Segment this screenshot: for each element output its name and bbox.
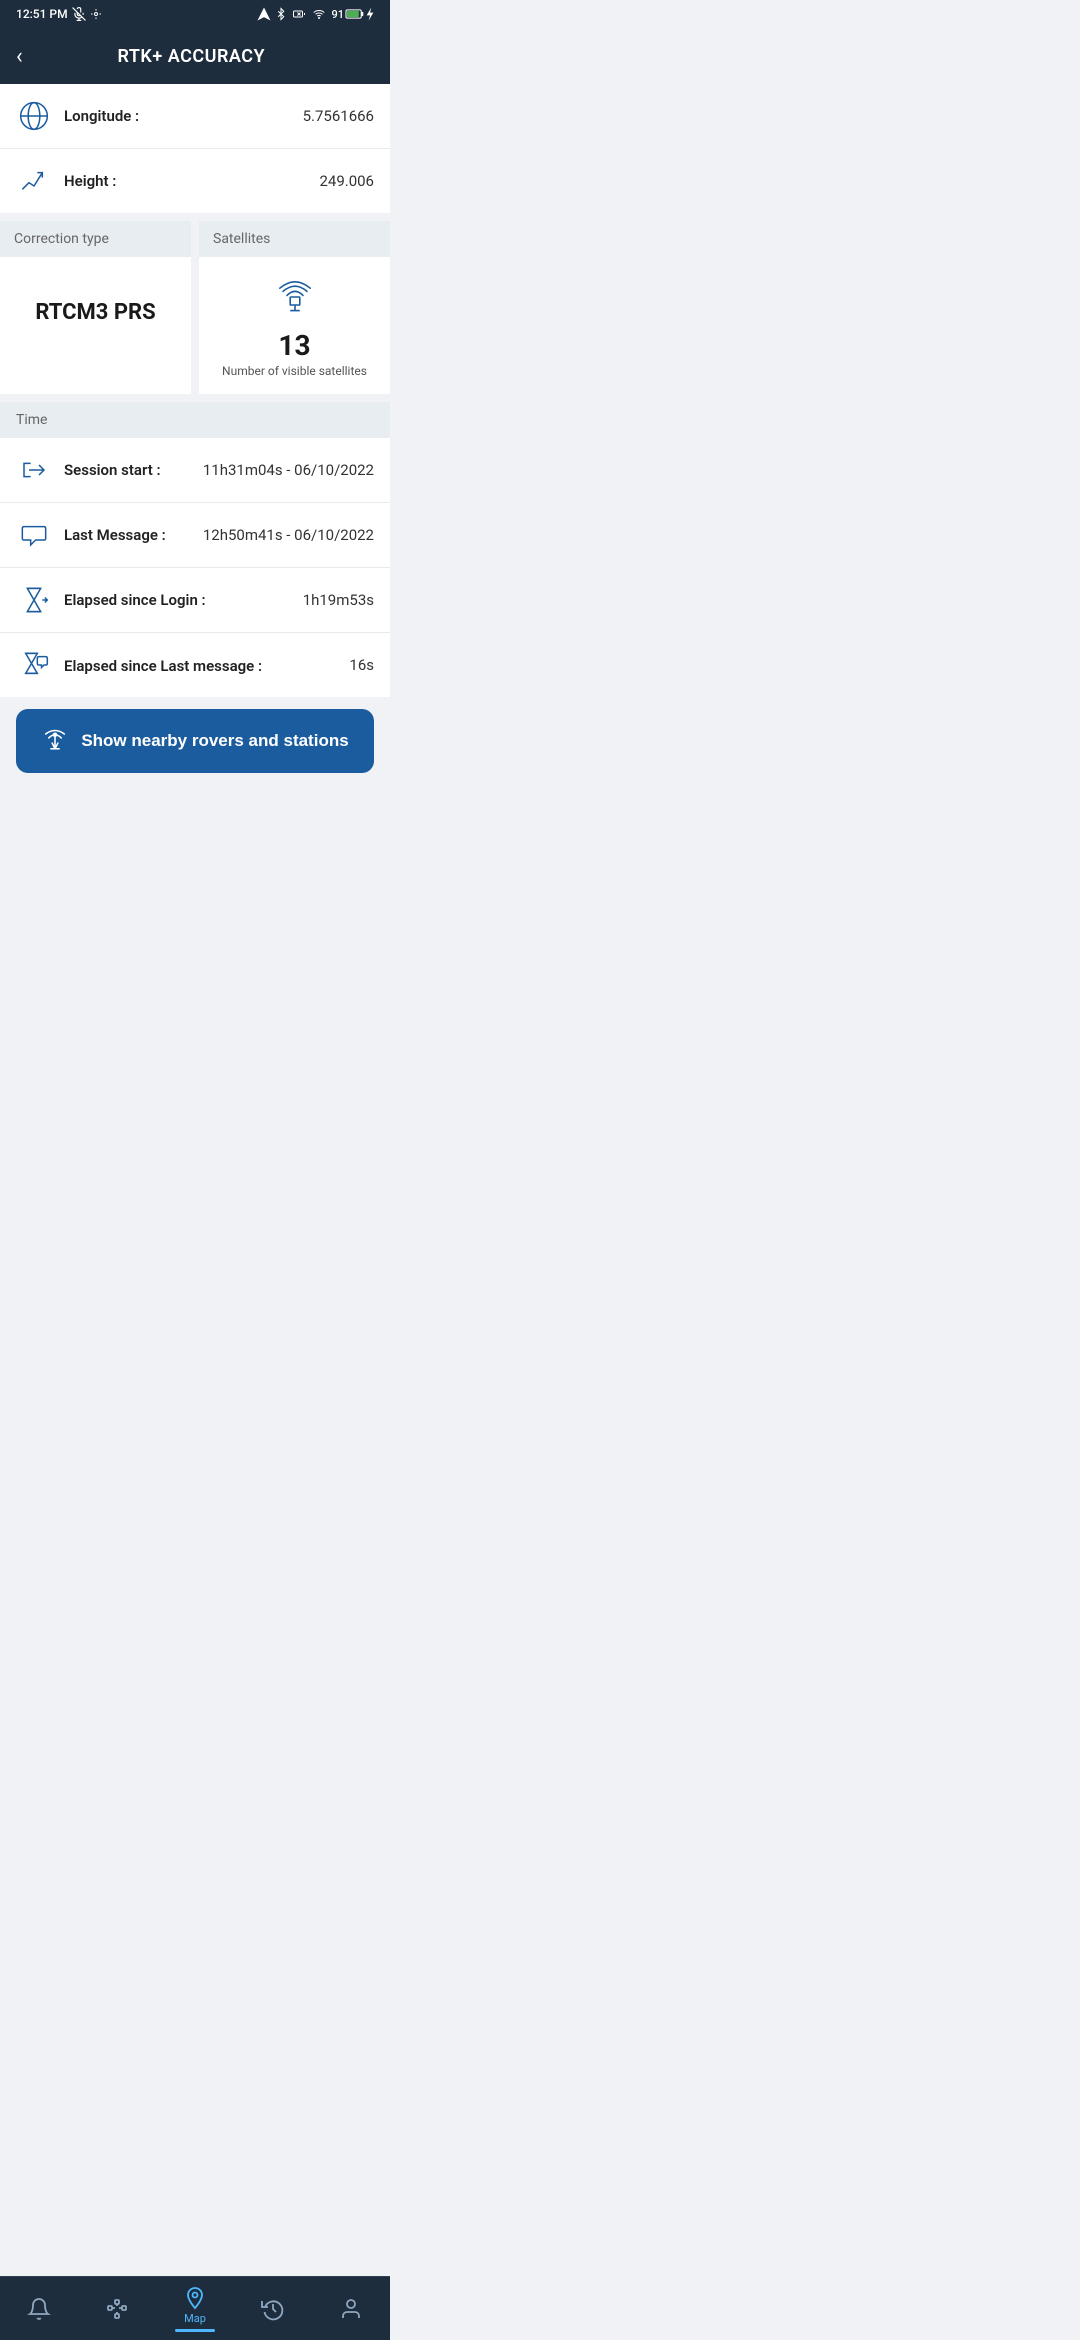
height-icon bbox=[16, 163, 52, 199]
correction-type-value: RTCM3 PRS bbox=[35, 300, 155, 325]
session-start-icon bbox=[16, 452, 52, 488]
wifi-icon bbox=[311, 8, 327, 20]
battery-x-icon bbox=[291, 8, 307, 20]
bluetooth-icon bbox=[275, 7, 287, 21]
elapsed-login-label: Elapsed since Login : bbox=[64, 591, 303, 609]
correction-satellites-row: Correction type RTCM3 PRS Satellites bbox=[0, 221, 390, 394]
height-value: 249.006 bbox=[319, 172, 374, 190]
time-section-card: Time Session start : 11h31m04s - 06/10/2… bbox=[0, 402, 390, 697]
longitude-label: Longitude : bbox=[64, 107, 303, 125]
satellites-body: 13 Number of visible satellites bbox=[199, 257, 390, 394]
nav-map-label: Map bbox=[184, 2312, 206, 2325]
session-start-row: Session start : 11h31m04s - 06/10/2022 bbox=[0, 438, 390, 503]
longitude-icon bbox=[16, 98, 52, 134]
time-section-header: Time bbox=[0, 402, 390, 438]
elapsed-login-row: Elapsed since Login : 1h19m53s bbox=[0, 568, 390, 633]
satellites-header: Satellites bbox=[199, 221, 390, 257]
satellites-card: Satellites bbox=[199, 221, 390, 394]
last-message-icon bbox=[16, 517, 52, 553]
location-status-icon bbox=[90, 8, 102, 20]
last-message-value: 12h50m41s - 06/10/2022 bbox=[203, 526, 374, 544]
history-icon bbox=[261, 2297, 285, 2321]
nav-map-indicator bbox=[175, 2329, 215, 2332]
last-message-row: Last Message : 12h50m41s - 06/10/2022 bbox=[0, 503, 390, 568]
profile-icon bbox=[339, 2297, 363, 2321]
height-row: Height : 249.006 bbox=[0, 149, 390, 213]
battery-icon bbox=[346, 8, 364, 20]
page-header: ‹ RTK+ ACCURACY bbox=[0, 28, 390, 84]
correction-type-body: RTCM3 PRS bbox=[0, 257, 191, 357]
correction-type-header: Correction type bbox=[0, 221, 191, 257]
back-button[interactable]: ‹ bbox=[16, 44, 23, 69]
show-nearby-button[interactable]: Show nearby rovers and stations bbox=[16, 709, 374, 773]
satellite-icon bbox=[271, 273, 319, 321]
satellite-label: Number of visible satellites bbox=[222, 364, 367, 378]
nearby-button-label: Show nearby rovers and stations bbox=[81, 731, 348, 751]
page-title: RTK+ ACCURACY bbox=[39, 46, 344, 67]
nav-history[interactable] bbox=[234, 2291, 312, 2327]
nav-profile[interactable] bbox=[312, 2291, 390, 2327]
status-time: 12:51 PM bbox=[16, 7, 102, 21]
mute-icon bbox=[72, 7, 86, 21]
connections-icon bbox=[105, 2297, 129, 2321]
elapsed-last-message-row: Elapsed since Last message : 16s bbox=[0, 633, 390, 697]
elapsed-last-message-value: 16s bbox=[349, 656, 374, 674]
session-start-value: 11h31m04s - 06/10/2022 bbox=[203, 461, 374, 479]
location-card: Longitude : 5.7561666 Height : 249.006 bbox=[0, 84, 390, 213]
correction-type-card: Correction type RTCM3 PRS bbox=[0, 221, 191, 394]
gps-icon bbox=[257, 7, 271, 21]
longitude-value: 5.7561666 bbox=[303, 107, 374, 125]
session-start-label: Session start : bbox=[64, 461, 203, 479]
elapsed-login-icon bbox=[16, 582, 52, 618]
longitude-row: Longitude : 5.7561666 bbox=[0, 84, 390, 149]
main-content: Longitude : 5.7561666 Height : 249.006 C… bbox=[0, 84, 390, 865]
elapsed-last-message-label: Elapsed since Last message : bbox=[64, 657, 262, 675]
nav-notifications[interactable] bbox=[0, 2291, 78, 2327]
charging-icon bbox=[366, 7, 374, 21]
bell-icon bbox=[27, 2297, 51, 2321]
map-icon bbox=[183, 2286, 207, 2310]
elapsed-login-value: 1h19m53s bbox=[303, 591, 374, 609]
elapsed-last-message-icon bbox=[16, 647, 52, 683]
height-label: Height : bbox=[64, 172, 319, 190]
last-message-label: Last Message : bbox=[64, 526, 203, 544]
bottom-nav: Map bbox=[0, 2276, 390, 2340]
status-bar: 12:51 PM 91 bbox=[0, 0, 390, 28]
nav-connections[interactable] bbox=[78, 2291, 156, 2327]
status-icons: 91 bbox=[257, 7, 374, 21]
satellite-count: 13 bbox=[278, 329, 310, 362]
nearby-icon bbox=[41, 727, 69, 755]
nav-map[interactable]: Map bbox=[156, 2280, 234, 2338]
